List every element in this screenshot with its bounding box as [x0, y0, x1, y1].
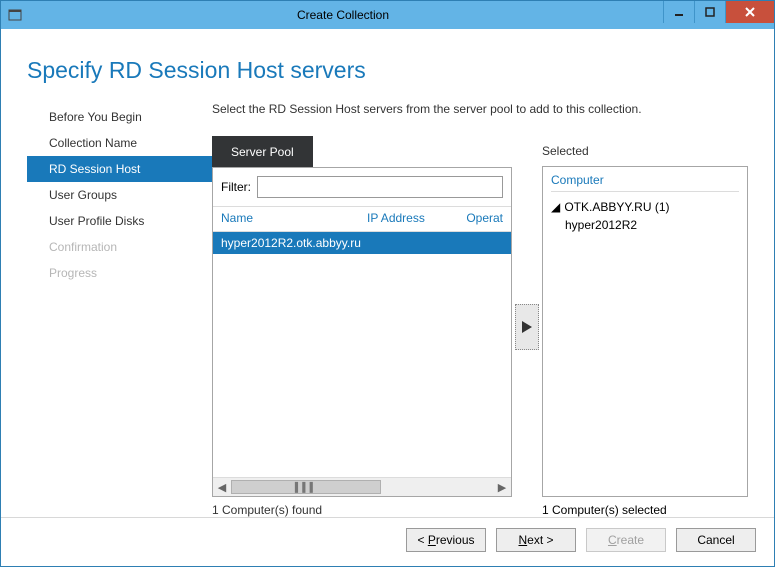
page-heading: Specify RD Session Host servers — [27, 57, 748, 84]
server-pool-tab[interactable]: Server Pool — [212, 136, 313, 167]
maximize-button[interactable] — [694, 1, 725, 23]
selected-box: Computer ◢ OTK.ABBYY.RU (1) hyper2012R2 — [542, 166, 748, 497]
step-progress: Progress — [27, 260, 212, 286]
scroll-right-icon[interactable]: ▶ — [493, 481, 511, 494]
col-header-os[interactable]: Operat — [466, 211, 503, 225]
transfer-arrow-column — [512, 136, 542, 517]
main-panel: Select the RD Session Host servers from … — [212, 102, 748, 517]
scroll-track[interactable]: ▌▌▌ — [231, 480, 493, 494]
app-icon — [7, 7, 23, 23]
filter-input[interactable] — [257, 176, 503, 198]
titlebar: Create Collection — [1, 1, 774, 29]
create-button-key: C — [608, 533, 617, 547]
next-button[interactable]: Next > — [496, 528, 576, 552]
content-area: Specify RD Session Host servers Before Y… — [1, 29, 774, 517]
horizontal-scrollbar[interactable]: ◀ ▌▌▌ ▶ — [213, 477, 511, 496]
close-button[interactable] — [725, 1, 774, 23]
col-header-ip[interactable]: IP Address — [367, 211, 466, 225]
titlebar-left — [7, 7, 23, 23]
pool-list[interactable]: hyper2012R2.otk.abbyy.ru — [213, 232, 511, 477]
filter-label: Filter: — [221, 180, 251, 194]
selected-count: 1 Computer(s) selected — [542, 503, 748, 517]
selected-group[interactable]: ◢ OTK.ABBYY.RU (1) — [551, 198, 739, 216]
minimize-button[interactable] — [663, 1, 694, 23]
previous-button-key: P — [428, 533, 436, 547]
found-count: 1 Computer(s) found — [212, 503, 512, 517]
step-user-profile-disks[interactable]: User Profile Disks — [27, 208, 212, 234]
arrow-right-icon — [522, 321, 532, 333]
step-before-you-begin[interactable]: Before You Begin — [27, 104, 212, 130]
scroll-left-icon[interactable]: ◀ — [213, 481, 231, 494]
step-collection-name[interactable]: Collection Name — [27, 130, 212, 156]
selected-item[interactable]: hyper2012R2 — [551, 216, 739, 234]
selected-panel: Selected Computer ◢ OTK.ABBYY.RU (1) hyp… — [542, 136, 748, 517]
server-pool-box: Filter: Name IP Address Operat hyper2012… — [212, 167, 512, 497]
window-controls — [663, 1, 774, 29]
add-to-selected-button[interactable] — [515, 304, 539, 350]
step-confirmation: Confirmation — [27, 234, 212, 260]
window-title: Create Collection — [23, 8, 663, 22]
col-header-name[interactable]: Name — [221, 211, 367, 225]
columns: Before You Begin Collection Name RD Sess… — [27, 102, 748, 517]
filter-row: Filter: — [213, 168, 511, 207]
scroll-thumb[interactable]: ▌▌▌ — [231, 480, 381, 494]
wizard-steps: Before You Begin Collection Name RD Sess… — [27, 102, 212, 517]
pool-row[interactable]: hyper2012R2.otk.abbyy.ru — [213, 232, 511, 254]
wizard-window: Create Collection Specify RD Session Hos… — [0, 0, 775, 567]
previous-button[interactable]: < Previous — [406, 528, 486, 552]
panels: Server Pool Filter: Name IP Address Oper… — [212, 136, 748, 517]
wizard-footer: < Previous Next > Create Cancel — [1, 517, 774, 566]
selected-col-header[interactable]: Computer — [551, 173, 739, 192]
cancel-button[interactable]: Cancel — [676, 528, 756, 552]
create-button: Create — [586, 528, 666, 552]
selected-title: Selected — [542, 136, 748, 158]
server-pool-panel: Server Pool Filter: Name IP Address Oper… — [212, 136, 512, 517]
next-button-key: N — [518, 533, 527, 547]
step-user-groups[interactable]: User Groups — [27, 182, 212, 208]
pool-column-headers: Name IP Address Operat — [213, 207, 511, 232]
selected-group-label: OTK.ABBYY.RU (1) — [564, 200, 669, 214]
collapse-icon[interactable]: ◢ — [551, 198, 561, 216]
step-rd-session-host[interactable]: RD Session Host — [27, 156, 212, 182]
instruction-text: Select the RD Session Host servers from … — [212, 102, 748, 116]
